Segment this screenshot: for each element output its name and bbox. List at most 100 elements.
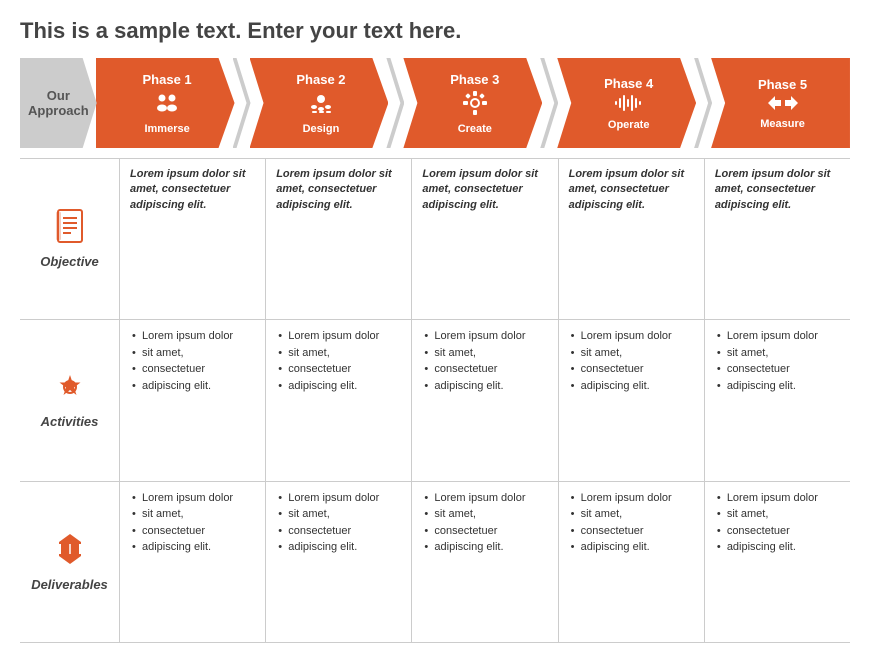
activities-cell-5: Lorem ipsum dolor sit amet, consectetuer… <box>705 320 850 480</box>
objective-cell-1: Lorem ipsum dolor sit amet, consectetuer… <box>120 159 266 319</box>
list-item: consectetuer <box>569 523 696 540</box>
phase-3-name: Create <box>458 123 492 135</box>
objective-text-1: Lorem ipsum dolor sit amet, consectetuer… <box>130 167 257 213</box>
deliverables-icon <box>57 532 83 573</box>
objective-cell-2: Lorem ipsum dolor sit amet, consectetuer… <box>266 159 412 319</box>
activities-label-cell: Activities <box>20 320 120 480</box>
objective-cell-3: Lorem ipsum dolor sit amet, consectetuer… <box>412 159 558 319</box>
activities-cell-4: Lorem ipsum dolor sit amet, consectetuer… <box>559 320 705 480</box>
activities-list-1: Lorem ipsum dolor sit amet, consectetuer… <box>130 328 257 394</box>
phase-1-num: Phase 1 <box>143 72 192 87</box>
list-item: adipiscing elit. <box>715 539 842 556</box>
list-item: Lorem ipsum dolor <box>715 490 842 507</box>
activities-list-2: Lorem ipsum dolor sit amet, consectetuer… <box>276 328 403 394</box>
list-item: consectetuer <box>130 523 257 540</box>
list-item: sit amet, <box>569 345 696 362</box>
activities-cell-1: Lorem ipsum dolor sit amet, consectetuer… <box>120 320 266 480</box>
table-section: Objective Lorem ipsum dolor sit amet, co… <box>20 158 850 643</box>
phase-3-num: Phase 3 <box>450 72 499 87</box>
phase-2-arrow: Phase 2 Design <box>250 58 389 148</box>
deliverables-label-text: Deliverables <box>31 577 108 592</box>
list-item: sit amet, <box>130 345 257 362</box>
phase-2-name: Design <box>303 123 340 135</box>
phase-5-arrow: Phase 5 Measure <box>711 58 850 148</box>
activities-cell-2: Lorem ipsum dolor sit amet, consectetuer… <box>266 320 412 480</box>
activities-cell-3: Lorem ipsum dolor sit amet, consectetuer… <box>412 320 558 480</box>
activities-data-cells: Lorem ipsum dolor sit amet, consectetuer… <box>120 320 850 480</box>
list-item: sit amet, <box>715 506 842 523</box>
deliverables-list-2: Lorem ipsum dolor sit amet, consectetuer… <box>276 490 403 556</box>
list-item: consectetuer <box>569 361 696 378</box>
list-item: consectetuer <box>130 361 257 378</box>
list-item: consectetuer <box>276 523 403 540</box>
page-wrapper: This is a sample text. Enter your text h… <box>0 0 870 653</box>
activities-label-text: Activities <box>41 414 99 429</box>
list-item: consectetuer <box>422 523 549 540</box>
list-item: adipiscing elit. <box>130 539 257 556</box>
deliverables-cell-1: Lorem ipsum dolor sit amet, consectetuer… <box>120 482 266 642</box>
deliverables-list-3: Lorem ipsum dolor sit amet, consectetuer… <box>422 490 549 556</box>
list-item: consectetuer <box>422 361 549 378</box>
list-item: adipiscing elit. <box>715 378 842 395</box>
deliverables-cell-3: Lorem ipsum dolor sit amet, consectetuer… <box>412 482 558 642</box>
list-item: sit amet, <box>422 345 549 362</box>
list-item: adipiscing elit. <box>569 539 696 556</box>
list-item: adipiscing elit. <box>422 378 549 395</box>
list-item: adipiscing elit. <box>422 539 549 556</box>
deliverables-label-cell: Deliverables <box>20 482 120 642</box>
activities-list-5: Lorem ipsum dolor sit amet, consectetuer… <box>715 328 842 394</box>
list-item: Lorem ipsum dolor <box>130 490 257 507</box>
list-item: sit amet, <box>715 345 842 362</box>
deliverables-list-4: Lorem ipsum dolor sit amet, consectetuer… <box>569 490 696 556</box>
deliverables-cell-4: Lorem ipsum dolor sit amet, consectetuer… <box>559 482 705 642</box>
activities-list-4: Lorem ipsum dolor sit amet, consectetuer… <box>569 328 696 394</box>
deliverables-cell-5: Lorem ipsum dolor sit amet, consectetuer… <box>705 482 850 642</box>
phase-3-arrow: Phase 3 Create <box>403 58 542 148</box>
objective-label-cell: Objective <box>20 159 120 319</box>
phase-5-num: Phase 5 <box>758 77 807 92</box>
list-item: Lorem ipsum dolor <box>130 328 257 345</box>
phase-4-num: Phase 4 <box>604 76 653 91</box>
list-item: adipiscing elit. <box>569 378 696 395</box>
phase-5-icon <box>768 94 798 116</box>
objective-icon <box>55 209 85 250</box>
list-item: adipiscing elit. <box>130 378 257 395</box>
activities-list-3: Lorem ipsum dolor sit amet, consectetuer… <box>422 328 549 394</box>
deliverables-row: Deliverables Lorem ipsum dolor sit amet,… <box>20 481 850 643</box>
deliverables-list-5: Lorem ipsum dolor sit amet, consectetuer… <box>715 490 842 556</box>
list-item: Lorem ipsum dolor <box>422 328 549 345</box>
list-item: Lorem ipsum dolor <box>276 328 403 345</box>
phase-4-name: Operate <box>608 119 650 131</box>
phase-5-name: Measure <box>760 118 805 130</box>
list-item: sit amet, <box>130 506 257 523</box>
objective-label-text: Objective <box>40 254 99 269</box>
list-item: sit amet, <box>276 506 403 523</box>
list-item: sit amet, <box>276 345 403 362</box>
spacer-1 <box>233 58 251 148</box>
phase-4-arrow: Phase 4 Operate <box>557 58 696 148</box>
deliverables-cell-2: Lorem ipsum dolor sit amet, consectetuer… <box>266 482 412 642</box>
phase-arrows-row: OurApproach Phase 1 Immerse Phase 2 <box>20 58 850 148</box>
list-item: consectetuer <box>715 523 842 540</box>
objective-row: Objective Lorem ipsum dolor sit amet, co… <box>20 158 850 319</box>
list-item: Lorem ipsum dolor <box>569 490 696 507</box>
deliverables-list-1: Lorem ipsum dolor sit amet, consectetuer… <box>130 490 257 556</box>
page-title: This is a sample text. Enter your text h… <box>20 18 850 44</box>
phase-4-icon <box>614 93 644 117</box>
deliverables-data-cells: Lorem ipsum dolor sit amet, consectetuer… <box>120 482 850 642</box>
spacer-4 <box>694 58 712 148</box>
approach-text: OurApproach <box>28 88 89 118</box>
phase-1-arrow: Phase 1 Immerse <box>96 58 235 148</box>
list-item: adipiscing elit. <box>276 378 403 395</box>
objective-text-4: Lorem ipsum dolor sit amet, consectetuer… <box>569 167 696 213</box>
list-item: consectetuer <box>276 361 403 378</box>
objective-data-cells: Lorem ipsum dolor sit amet, consectetuer… <box>120 159 850 319</box>
list-item: sit amet, <box>569 506 696 523</box>
activities-icon <box>54 371 86 410</box>
list-item: sit amet, <box>422 506 549 523</box>
list-item: Lorem ipsum dolor <box>569 328 696 345</box>
list-item: adipiscing elit. <box>276 539 403 556</box>
phase-1-name: Immerse <box>144 123 189 135</box>
phase-2-icon <box>307 89 335 121</box>
phase-3-icon <box>461 89 489 121</box>
